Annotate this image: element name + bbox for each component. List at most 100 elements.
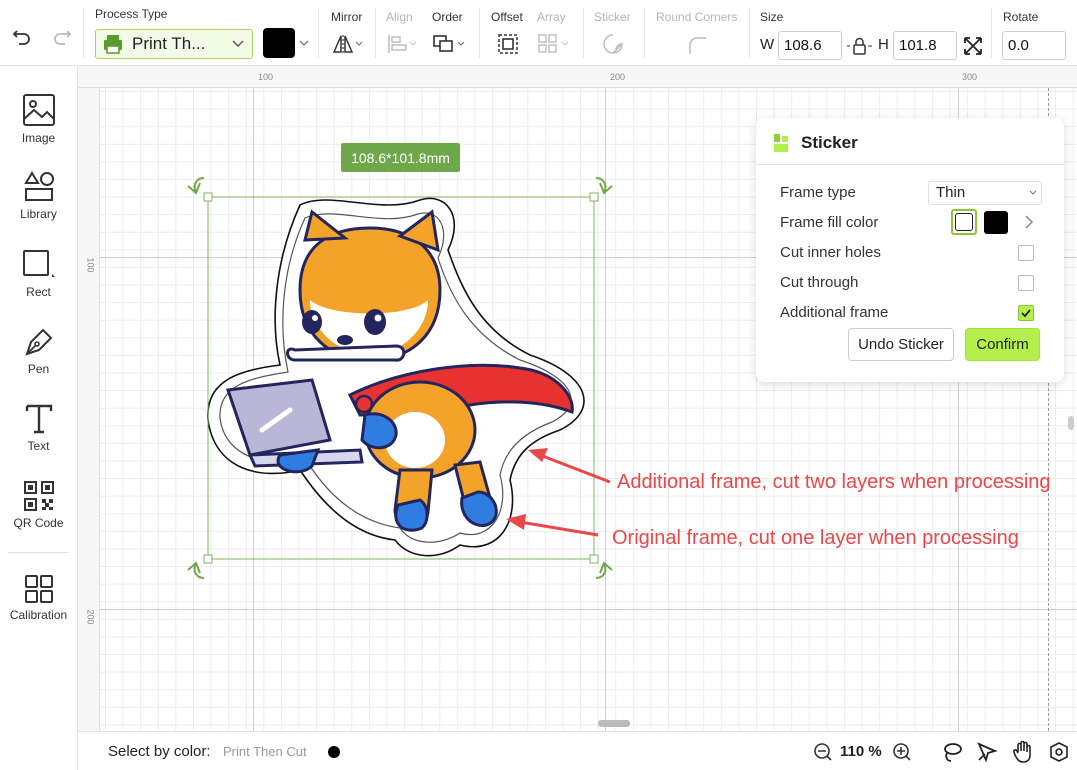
cut-through-label: Cut through	[780, 274, 859, 291]
process-type-value: Print Th...	[132, 34, 206, 53]
cut-inner-holes-label: Cut inner holes	[780, 244, 881, 261]
rotate-input[interactable]: 0.0	[1002, 31, 1066, 60]
confirm-button[interactable]: Confirm	[965, 328, 1040, 361]
annotation-arrows	[506, 448, 611, 537]
sidebar-item-image[interactable]: Image	[0, 93, 77, 163]
sidebar-item-qr-code[interactable]: QR Code	[0, 480, 77, 550]
checkmark-icon	[1021, 309, 1031, 318]
top-toolbar: Process Type Print Th... Mirror Align Or…	[0, 0, 1077, 66]
sidebar-item-rect[interactable]: Rect	[0, 249, 77, 319]
sticker-panel: Sticker Frame type Thin Frame fill color…	[756, 118, 1064, 382]
rect-icon	[22, 250, 55, 277]
3d-view-icon[interactable]	[1048, 741, 1070, 763]
cut-through-checkbox[interactable]	[1018, 275, 1034, 291]
sticker-label: Sticker	[594, 10, 631, 24]
height-prefix: H	[878, 36, 889, 53]
process-type-label: Process Type	[95, 7, 168, 21]
undo-sticker-button[interactable]: Undo Sticker	[848, 328, 954, 361]
width-prefix: W	[760, 36, 775, 53]
zoom-in-icon[interactable]	[892, 742, 912, 762]
size-tag: 108.6*101.8mm	[341, 143, 460, 172]
array-icon	[537, 33, 573, 55]
lock-icon[interactable]	[846, 36, 874, 56]
sidebar-item-label: Image	[21, 131, 56, 145]
chevron-down-icon	[1029, 190, 1037, 195]
round-corner-icon	[686, 34, 708, 56]
sticker-icon[interactable]	[601, 33, 625, 55]
additional-frame-checkbox[interactable]	[1018, 305, 1034, 321]
process-type-select[interactable]: Print Th...	[95, 29, 253, 59]
redo-icon[interactable]	[50, 24, 74, 48]
sidebar-item-label: Text	[27, 439, 50, 453]
mirror-icon[interactable]	[331, 33, 365, 55]
round-corners-label: Round Corners	[656, 10, 738, 24]
offset-label: Offset	[491, 10, 523, 24]
frame-fill-color-label: Frame fill color	[780, 214, 879, 231]
frame-type-value: Thin	[936, 184, 966, 201]
undo-icon[interactable]	[10, 24, 34, 48]
array-label: Array	[537, 10, 566, 24]
ruler-tick-label: 100	[85, 257, 96, 273]
zoom-out-icon[interactable]	[813, 742, 833, 762]
library-icon	[23, 171, 54, 201]
select-by-color-label: Select by color:	[108, 743, 211, 760]
text-icon	[25, 404, 52, 434]
annotation-additional-frame: Additional frame, cut two layers when pr…	[617, 471, 1051, 493]
ruler-tick-label: 100	[258, 72, 274, 82]
chevron-down-icon	[232, 40, 244, 47]
image-icon	[22, 94, 55, 126]
fit-size-icon[interactable]	[962, 35, 984, 57]
lasso-icon[interactable]	[941, 741, 963, 763]
frame-type-select[interactable]: Thin	[928, 181, 1042, 205]
rotate-label: Rotate	[1003, 10, 1039, 24]
sticker-panel-icon	[774, 134, 788, 152]
vertical-ruler: 100 200	[78, 88, 100, 731]
hand-pan-icon[interactable]	[1012, 740, 1034, 764]
mirror-label: Mirror	[331, 10, 363, 24]
sidebar-item-text[interactable]: Text	[0, 403, 77, 473]
order-label: Order	[432, 10, 463, 24]
scrollbar-h[interactable]	[598, 720, 630, 727]
color-dot[interactable]	[328, 746, 340, 758]
align-icon	[386, 33, 420, 55]
zoom-level[interactable]: 110 %	[840, 743, 882, 760]
sidebar-item-label: Rect	[26, 285, 51, 299]
additional-frame-label: Additional frame	[780, 304, 889, 321]
sidebar-item-calibration[interactable]: Calibration	[0, 574, 77, 644]
fill-swatch-white[interactable]	[951, 209, 977, 235]
scrollbar-v[interactable]	[1068, 416, 1074, 430]
sidebar-divider	[8, 552, 68, 553]
pen-icon	[24, 328, 52, 356]
sticker-panel-title: Sticker	[801, 133, 858, 152]
pointer-icon[interactable]	[976, 741, 998, 763]
color-mode-label[interactable]: Print Then Cut	[223, 744, 307, 759]
align-label: Align	[386, 10, 413, 24]
annotation-original-frame: Original frame, cut one layer when proce…	[612, 527, 1019, 549]
width-input[interactable]: 108.6	[778, 31, 842, 60]
app-window: Process Type Print Th... Mirror Align Or…	[0, 0, 1077, 770]
height-input[interactable]: 101.8	[893, 31, 957, 60]
sidebar-item-library[interactable]: Library	[0, 171, 77, 241]
left-sidebar: Image Library Rect Pen Text QR Code Cali…	[0, 66, 78, 770]
ruler-tick-label: 200	[610, 72, 626, 82]
fill-color-swatch[interactable]	[263, 28, 295, 58]
chevron-down-icon[interactable]	[299, 40, 309, 47]
printer-icon	[104, 35, 122, 54]
bottom-status-bar: Select by color: Print Then Cut 110 %	[78, 731, 1077, 770]
sidebar-item-label: Library	[20, 207, 57, 221]
cut-inner-holes-checkbox[interactable]	[1018, 245, 1034, 261]
sidebar-item-pen[interactable]: Pen	[0, 326, 77, 396]
chevron-right-icon[interactable]	[1024, 214, 1034, 230]
ruler-tick-label: 300	[962, 72, 978, 82]
sidebar-item-label: Pen	[27, 362, 50, 376]
size-label: Size	[760, 10, 784, 24]
order-icon[interactable]	[432, 33, 468, 55]
frame-type-label: Frame type	[780, 184, 856, 201]
fill-swatch-black[interactable]	[984, 211, 1008, 234]
sidebar-item-label: Calibration	[9, 608, 68, 622]
qr-code-icon	[23, 481, 54, 511]
ruler-tick-label: 200	[85, 609, 96, 625]
offset-icon[interactable]	[496, 33, 520, 55]
calibration-icon	[24, 575, 53, 603]
horizontal-ruler: 100 200 300	[78, 66, 1077, 88]
